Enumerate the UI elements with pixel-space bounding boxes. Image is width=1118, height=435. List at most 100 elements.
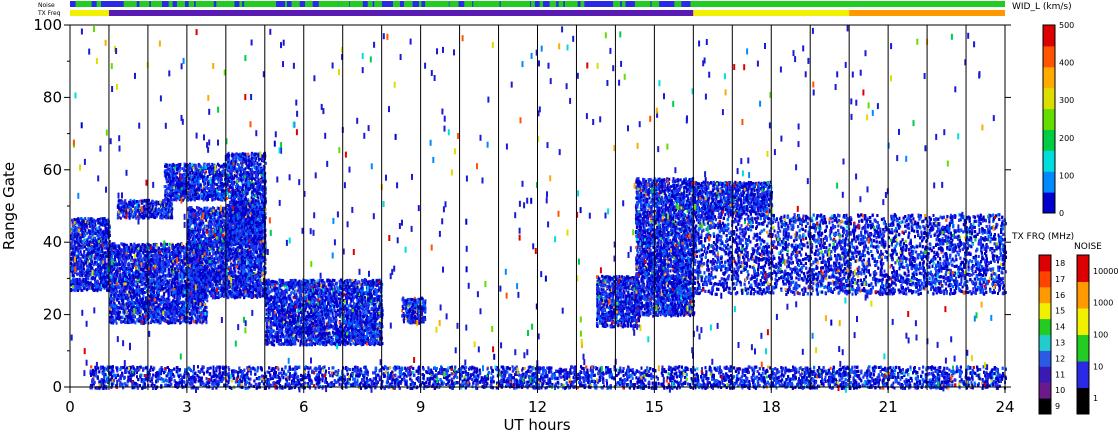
data-pixel — [136, 292, 138, 296]
data-pixel — [168, 246, 171, 250]
data-pixel — [103, 217, 106, 221]
data-pixel — [161, 281, 164, 285]
data-pixel — [176, 267, 179, 271]
data-pixel — [191, 163, 194, 167]
strip-speckle — [239, 1, 243, 7]
strip-speckle — [443, 1, 449, 7]
data-pixel — [158, 208, 161, 212]
data-pixel — [131, 320, 134, 324]
strip-speckle — [284, 1, 287, 7]
data-pixel — [168, 242, 171, 246]
data-pixel — [101, 230, 104, 234]
data-pixel — [170, 284, 173, 288]
data-pixel — [122, 295, 125, 299]
data-pixel — [139, 213, 142, 217]
data-pixel — [196, 316, 199, 320]
strip-speckle — [374, 1, 382, 7]
data-pixel — [99, 250, 102, 254]
data-pixel — [128, 270, 131, 274]
data-pixel — [165, 300, 168, 304]
data-pixel — [163, 275, 166, 279]
data-pixel — [202, 313, 205, 317]
data-pixel — [91, 287, 94, 291]
data-pixel — [97, 218, 100, 222]
data-pixel — [167, 312, 170, 316]
data-pixel — [79, 244, 82, 248]
data-pixel — [72, 251, 74, 255]
data-pixel — [120, 242, 123, 246]
data-pixel — [81, 240, 84, 244]
data-pixel — [79, 274, 82, 278]
data-pixel — [79, 250, 82, 254]
data-pixel — [99, 261, 102, 265]
data-pixel — [181, 319, 184, 323]
data-pixel — [91, 260, 94, 264]
data-pixel — [75, 285, 78, 289]
strip-speckle — [145, 1, 149, 7]
data-pixel — [99, 222, 102, 226]
data-pixel — [123, 310, 126, 314]
data-pixel — [133, 255, 136, 259]
data-pixel — [101, 272, 104, 276]
data-pixel — [91, 219, 94, 223]
data-pixel — [114, 279, 117, 282]
data-pixel — [103, 246, 106, 250]
data-pixel — [72, 288, 75, 292]
data-pixel — [145, 204, 148, 208]
data-pixel — [132, 204, 135, 208]
data-pixel — [91, 277, 94, 281]
data-pixel — [88, 231, 91, 235]
data-pixel — [137, 266, 140, 270]
data-pixel — [110, 289, 113, 293]
data-pixel — [109, 318, 112, 322]
data-pixel — [159, 216, 162, 220]
data-pixel — [195, 321, 198, 325]
data-pixel — [181, 261, 184, 265]
data-pixel — [181, 300, 184, 304]
data-pixel — [106, 229, 109, 233]
data-pixel — [128, 301, 131, 305]
data-pixel — [159, 307, 162, 310]
data-pixel — [153, 298, 156, 302]
data-pixel — [120, 262, 123, 266]
data-pixel — [168, 271, 171, 275]
data-pixel — [144, 274, 147, 278]
data-pixel — [73, 240, 76, 244]
data-pixel — [105, 238, 107, 242]
data-pixel — [72, 229, 75, 233]
data-pixel — [203, 178, 206, 181]
strip-speckle — [438, 1, 442, 7]
data-pixel — [70, 257, 73, 260]
data-pixel — [73, 221, 76, 224]
strip-speckle — [539, 1, 544, 7]
strip-speckle — [429, 1, 434, 7]
data-pixel — [162, 211, 165, 215]
data-pixel — [181, 246, 184, 250]
data-pixel — [119, 320, 122, 323]
data-pixel — [90, 237, 93, 241]
strip-speckle — [558, 1, 564, 7]
data-pixel — [88, 243, 90, 247]
data-pixel — [144, 207, 147, 211]
data-pixel — [167, 213, 170, 217]
data-pixel — [134, 275, 137, 279]
data-pixel — [123, 267, 126, 271]
data-pixel — [192, 302, 195, 306]
data-pixel — [81, 234, 84, 237]
data-pixel — [128, 246, 130, 250]
data-pixel — [129, 286, 132, 289]
data-pixel — [171, 273, 174, 277]
data-pixel — [150, 208, 153, 212]
data-pixel — [168, 263, 171, 267]
data-pixel — [149, 246, 152, 250]
strip-speckle — [549, 1, 552, 7]
data-pixel — [99, 272, 102, 276]
strip-speckle — [223, 1, 228, 7]
data-pixel — [138, 285, 141, 289]
strip-speckle — [253, 1, 262, 7]
data-pixel — [132, 200, 135, 204]
data-pixel — [168, 268, 170, 272]
data-pixel — [158, 267, 161, 271]
data-pixel — [155, 249, 157, 253]
data-pixel — [82, 243, 85, 247]
